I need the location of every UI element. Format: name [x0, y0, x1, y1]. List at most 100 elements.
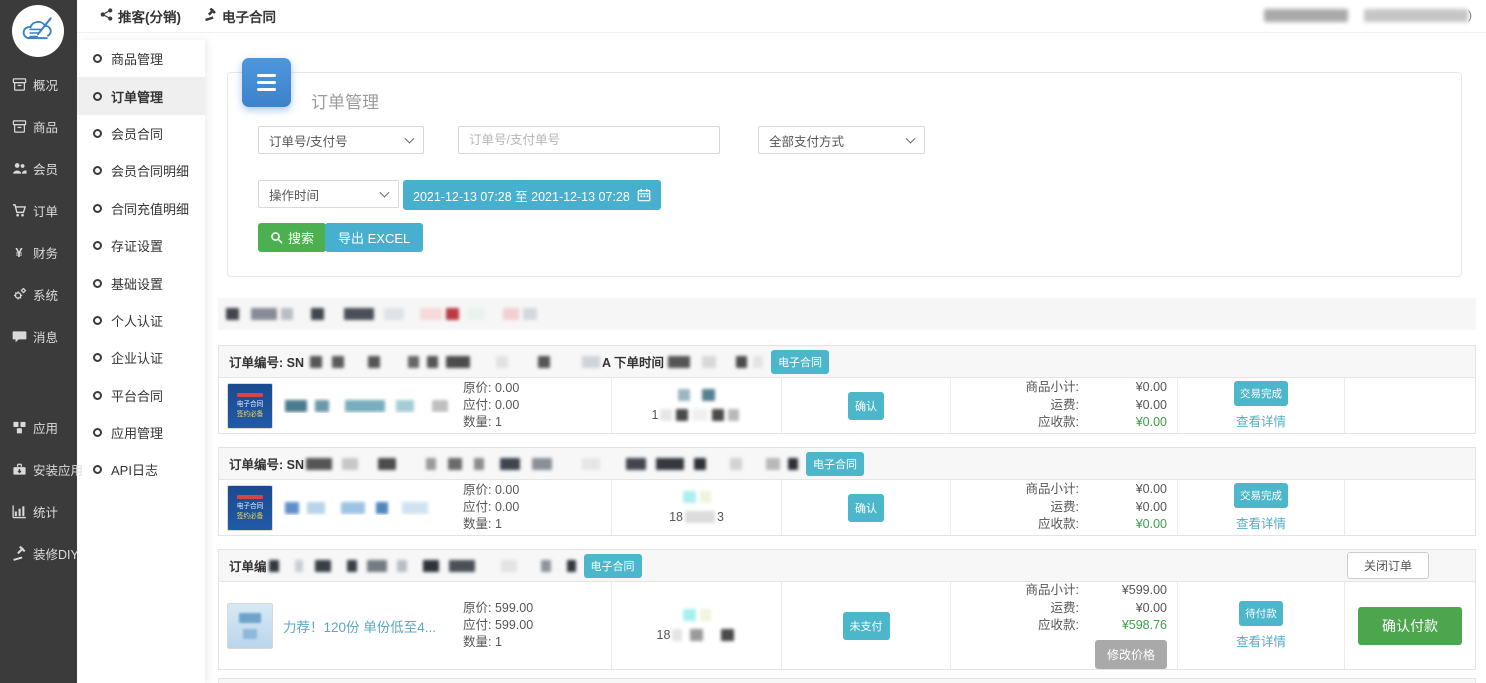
redacted-text	[500, 458, 520, 470]
export-excel-button[interactable]: 导出 EXCEL	[325, 223, 423, 252]
redacted-text	[766, 458, 780, 470]
messages-comment-icon	[11, 328, 27, 344]
order-status-tabs[interactable]	[218, 298, 1476, 330]
search-type-select[interactable]: 订单号/支付号	[258, 126, 424, 154]
redacted-text	[243, 629, 257, 639]
tab-label: 推客(分销)	[118, 6, 181, 26]
action-cell	[1344, 378, 1475, 433]
sidebar-item-system[interactable]: 系统	[0, 273, 77, 315]
close-order-button[interactable]: 关闭订单	[1347, 552, 1429, 579]
sidebar-item-overview[interactable]: 概况	[0, 63, 77, 105]
redacted-text	[501, 560, 517, 572]
chevron-down-icon	[380, 188, 390, 198]
order-header: 订单编 电子合同 关闭订单	[219, 550, 1475, 582]
view-details-link[interactable]: 查看详情	[1236, 631, 1286, 650]
product-name[interactable]	[283, 500, 453, 515]
buyer-phone: 18 3	[669, 510, 724, 524]
action-cell	[1344, 480, 1475, 535]
product-thumbnail[interactable]: 电子合同 签约必备	[227, 485, 273, 531]
bullet-circle-icon	[93, 353, 102, 362]
product-name[interactable]	[283, 398, 453, 413]
redacted-text	[281, 308, 293, 320]
submenu-item-basic-settings[interactable]: 基础设置	[77, 264, 205, 301]
buyer-cell: 18	[611, 582, 781, 669]
submenu-item-personal-auth[interactable]: 个人认证	[77, 302, 205, 339]
sidebar-item-members[interactable]: 会员	[0, 147, 77, 189]
redacted-text	[503, 308, 519, 320]
redacted-text	[285, 400, 307, 412]
select-value: 全部支付方式	[769, 131, 844, 150]
quantity: 数量: 1	[463, 634, 533, 651]
redacted-text	[474, 458, 484, 470]
sidebar-item-install-apps[interactable]: 安装应用	[0, 448, 77, 490]
shipping-label: 运费:	[1051, 397, 1079, 415]
redacted-text	[1364, 9, 1468, 22]
tab-electronic-contract[interactable]: 电子合同	[204, 6, 276, 26]
submenu-item-member-contract[interactable]: 会员合同	[77, 115, 205, 152]
submenu-item-order-management[interactable]: 订单管理	[77, 77, 205, 114]
product-name-text: 力荐！120份 单份低至4...	[283, 620, 436, 635]
search-button[interactable]: 搜索	[258, 223, 326, 252]
page-title: 订单管理	[311, 88, 379, 113]
sidebar-item-finance[interactable]: ¥ 财务	[0, 231, 77, 273]
hamburger-icon	[257, 88, 276, 91]
submenu-item-product-management[interactable]: 商品管理	[77, 40, 205, 77]
redacted-text	[315, 400, 329, 412]
submenu-item-evidence-settings[interactable]: 存证设置	[77, 227, 205, 264]
view-details-link[interactable]: 查看详情	[1236, 411, 1286, 430]
sidebar-item-products[interactable]: 商品	[0, 105, 77, 147]
submenu-item-api-log[interactable]: API日志	[77, 451, 205, 488]
receivable-label: 应收款:	[1038, 414, 1079, 432]
redacted-text	[446, 308, 459, 320]
sidebar-item-apps[interactable]: 应用	[0, 406, 77, 448]
search-icon	[270, 231, 283, 244]
redacted-text	[730, 458, 742, 470]
topbar-user-area[interactable]: )	[1264, 8, 1472, 22]
redacted-text	[307, 502, 325, 514]
buyer-cell: 18 3	[611, 480, 781, 535]
submenu-item-platform-contract[interactable]: 平台合同	[77, 377, 205, 414]
sidebar-item-messages[interactable]: 消息	[0, 315, 77, 357]
pay-method-select[interactable]: 全部支付方式	[758, 126, 925, 154]
submenu-item-contract-recharge-detail[interactable]: 合同充值明细	[77, 190, 205, 227]
confirm-badge[interactable]: 确认	[848, 494, 884, 522]
bullet-circle-icon	[93, 391, 102, 400]
sidebar-item-orders[interactable]: 订单	[0, 189, 77, 231]
product-thumbnail[interactable]	[227, 603, 273, 649]
redacted-text	[523, 308, 537, 320]
order-header: 订单编号: SN A 下单时间 电子合同	[219, 346, 1475, 378]
submenu-label: 企业认证	[111, 348, 163, 367]
submenu-item-enterprise-auth[interactable]: 企业认证	[77, 339, 205, 376]
bullet-circle-icon	[93, 316, 102, 325]
view-details-link[interactable]: 查看详情	[1236, 513, 1286, 532]
submenu-item-member-contract-detail[interactable]: 会员合同明细	[77, 152, 205, 189]
product-name[interactable]: 力荐！120份 单份低至4...	[283, 616, 453, 636]
submenu-item-app-management[interactable]: 应用管理	[77, 414, 205, 451]
redacted-text	[315, 560, 331, 572]
time-type-select[interactable]: 操作时间	[258, 180, 399, 208]
paren-text: )	[1468, 8, 1472, 22]
gavel-icon	[204, 8, 217, 24]
hamburger-icon	[257, 81, 276, 84]
orig-price: 原价: 0.00	[463, 482, 519, 499]
date-range-button[interactable]: 2021-12-13 07:28 至 2021-12-13 07:28	[403, 180, 661, 210]
app-logo[interactable]	[12, 5, 64, 57]
orig-price: 原价: 599.00	[463, 600, 533, 617]
modify-price-button[interactable]: 修改价格	[1095, 640, 1167, 669]
order-number-input[interactable]	[458, 126, 720, 154]
redacted-text	[660, 409, 672, 421]
product-thumbnail[interactable]: 电子合同 签约必备	[227, 383, 273, 429]
submenu-label: 应用管理	[111, 423, 163, 442]
tab-tuike-distribution[interactable]: 推客(分销)	[100, 6, 181, 26]
sidebar-item-statistics[interactable]: 统计	[0, 490, 77, 532]
confirm-payment-button[interactable]: 确认付款	[1358, 607, 1462, 645]
collapse-menu-button[interactable]	[242, 58, 291, 107]
price-lines: 原价: 599.00 应付: 599.00 数量: 1	[463, 600, 533, 651]
confirm-badge[interactable]: 确认	[848, 392, 884, 420]
thumb-text: 电子合同	[237, 399, 264, 409]
submenu-label: 订单管理	[111, 87, 163, 106]
order-body: 电子合同 签约必备 原价: 0.00 应付: 0.00 数量: 1	[219, 480, 1475, 535]
redacted-text	[397, 560, 407, 572]
sidebar-item-decorate-diy[interactable]: 装修DIY	[0, 532, 77, 574]
buyer-name	[681, 609, 713, 621]
